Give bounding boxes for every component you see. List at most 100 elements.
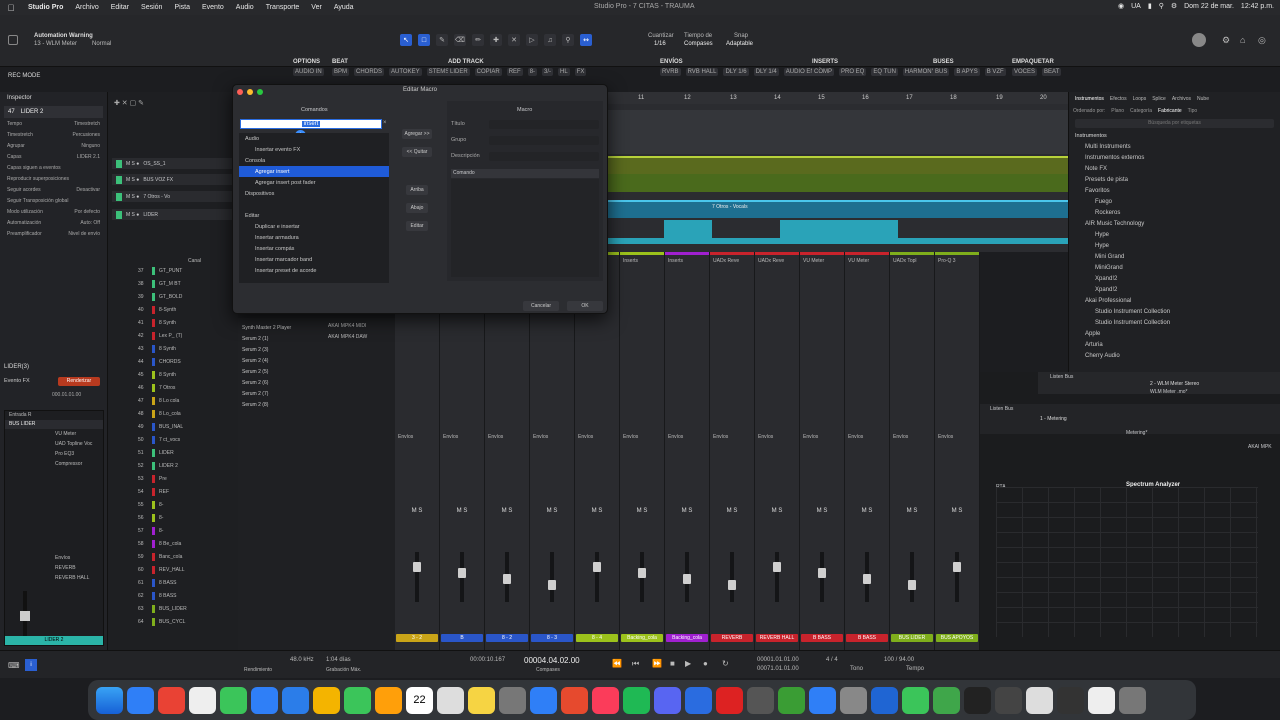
trash-icon[interactable] xyxy=(1119,686,1146,714)
command-category[interactable]: Editar xyxy=(239,210,389,221)
wifi-icon[interactable]: ◉ xyxy=(1118,2,1124,10)
calculator-icon[interactable] xyxy=(499,686,526,714)
instrument-row[interactable]: Serum 2 (8) xyxy=(242,399,391,410)
instrument-row[interactable]: Serum 2 (6) xyxy=(242,377,391,388)
btn-bpm[interactable]: BPM xyxy=(332,68,350,76)
track-row[interactable]: M S ● OS_SS_1 xyxy=(112,158,232,169)
chord-value[interactable]: Desactivar xyxy=(76,187,100,193)
strip-bus-label[interactable]: BUS LIDER xyxy=(5,420,103,429)
strip-insert[interactable]: UADx Topl xyxy=(893,258,917,264)
mute-solo[interactable]: M S xyxy=(575,508,619,514)
btn-rvb-hall[interactable]: RVB HALL xyxy=(685,68,719,76)
time-signature[interactable]: 4 / 4 xyxy=(826,657,838,663)
browser-search-input[interactable]: Búsqueda por etiquetas xyxy=(1075,119,1274,128)
midi-input-2[interactable]: AKAI MPK4 DAW xyxy=(328,334,367,340)
clip[interactable] xyxy=(780,220,898,238)
range-tool-icon[interactable]: □ xyxy=(418,34,430,46)
strip-insert[interactable]: VU Meter xyxy=(803,258,824,264)
snap-value[interactable]: Adaptable xyxy=(726,41,753,47)
btn-hl[interactable]: HL xyxy=(558,68,570,76)
sort-fabricante[interactable]: Fabricante xyxy=(1158,108,1182,114)
strip-sends[interactable]: Envíos xyxy=(758,434,773,440)
mute-solo[interactable]: M S xyxy=(395,508,439,514)
strip-insert[interactable]: Pro-Q 3 xyxy=(938,258,956,264)
menu-app[interactable]: Studio Pro xyxy=(22,4,69,11)
safari-icon[interactable] xyxy=(127,686,154,714)
delay-row[interactable]: Modo utilización Por defecto xyxy=(0,206,107,217)
btn-ref[interactable]: REF xyxy=(506,68,523,76)
edit-button[interactable]: Editar xyxy=(406,221,428,231)
finder-icon[interactable] xyxy=(96,686,123,714)
app-icon[interactable] xyxy=(995,686,1022,714)
layers-value[interactable]: LIDER 2.1 xyxy=(77,154,100,160)
strip-sends[interactable]: Envíos xyxy=(893,434,908,440)
discord-icon[interactable] xyxy=(654,686,681,714)
bend-tool-icon[interactable]: ▷ xyxy=(526,34,538,46)
browser-item[interactable]: Rockeros xyxy=(1075,207,1274,218)
rewind-icon[interactable]: ⏪ xyxy=(612,659,622,668)
strip-sends[interactable]: Envíos xyxy=(803,434,818,440)
mute-solo[interactable]: M S xyxy=(710,508,754,514)
btn-b-apys[interactable]: B APYS xyxy=(954,68,980,76)
system-settings-icon[interactable] xyxy=(840,686,867,714)
command-item[interactable]: Agregar insert xyxy=(239,166,389,177)
clip-vocals[interactable]: 7 Otros - Vocals xyxy=(608,200,1068,218)
tab-nube[interactable]: Nube xyxy=(1197,96,1209,102)
command-item[interactable] xyxy=(239,199,389,210)
language-indicator[interactable]: UA xyxy=(1131,3,1141,10)
mute-solo[interactable]: M S xyxy=(485,508,529,514)
browser-item[interactable]: Presets de pista xyxy=(1075,174,1274,185)
btn-comp[interactable]: COMP xyxy=(812,68,834,76)
btn-pro-eq[interactable]: PRO EQ xyxy=(839,68,867,76)
messages-icon[interactable] xyxy=(220,686,247,714)
btn-eq-tun[interactable]: EQ TUN xyxy=(871,68,898,76)
timestretch-row[interactable]: Timestretch Percusiones xyxy=(0,129,107,140)
loop-icon[interactable]: ↻ xyxy=(722,659,729,668)
btn-beat[interactable]: BEAT xyxy=(1042,68,1062,76)
studio-one-icon[interactable] xyxy=(685,686,712,714)
stop-icon[interactable]: ■ xyxy=(670,659,675,668)
openai-icon[interactable] xyxy=(964,686,991,714)
music-icon[interactable] xyxy=(592,686,619,714)
layers-row[interactable]: Capas LIDER 2.1 xyxy=(0,151,107,162)
mute-solo[interactable]: M S xyxy=(620,508,664,514)
photos-icon[interactable] xyxy=(313,686,340,714)
appstore-icon[interactable] xyxy=(251,686,278,714)
command-category[interactable]: Dispositivos xyxy=(239,188,389,199)
mute-solo[interactable]: M S xyxy=(935,508,979,514)
apple-icon[interactable]:  xyxy=(0,3,22,13)
strip-sends[interactable]: Envíos xyxy=(398,434,413,440)
rec-mode[interactable]: REC MODE xyxy=(8,73,40,79)
browser-item[interactable]: Hype xyxy=(1075,229,1274,240)
strip-send-2[interactable]: REVERB xyxy=(55,563,89,573)
browser-item[interactable]: Studio Instrument Collection xyxy=(1075,317,1274,328)
menu-ayuda[interactable]: Ayuda xyxy=(328,4,360,11)
instrument-row[interactable]: Synth Master 2 Player xyxy=(242,322,391,333)
strip-send-1[interactable]: Envíos xyxy=(55,553,89,563)
wlm-preset[interactable]: WLM Meter .mo* xyxy=(1150,389,1188,395)
menu-sesion[interactable]: Sesión xyxy=(135,4,168,11)
strip-insert[interactable]: UADx Reve xyxy=(758,258,784,264)
render-button[interactable]: Renderizar xyxy=(58,377,100,386)
fader[interactable] xyxy=(503,574,511,584)
mute-solo[interactable]: M S xyxy=(665,508,709,514)
sort-categoria[interactable]: Categoría xyxy=(1130,108,1152,114)
wlm-meter-label[interactable]: 2 - WLM Meter Stereo xyxy=(1150,381,1199,387)
clip-lane-4[interactable] xyxy=(608,220,1068,238)
add-button[interactable]: Agregar >> xyxy=(402,129,432,139)
strip-sends[interactable]: Envíos xyxy=(623,434,638,440)
paint-tool-icon[interactable]: ✏ xyxy=(472,34,484,46)
quantize-value[interactable]: 1/16 xyxy=(654,41,666,47)
loop-start[interactable]: 00001.01.01.00 xyxy=(757,657,799,663)
automation-icon[interactable] xyxy=(8,35,18,45)
automation-mode[interactable]: Normal xyxy=(92,41,111,47)
menu-pista[interactable]: Pista xyxy=(168,4,196,11)
tab-efectos[interactable]: Efectos xyxy=(1110,96,1127,102)
timeline-ruler[interactable]: 11 12 13 14 15 16 17 18 19 20 xyxy=(608,92,1068,104)
sort-tipo[interactable]: Tipo xyxy=(1188,108,1198,114)
tempo-row[interactable]: Tempo Timestretch xyxy=(0,118,107,129)
split-tool-icon[interactable]: ✚ xyxy=(490,34,502,46)
tempo-value[interactable]: 100 / 94.00 xyxy=(884,657,914,663)
info-icon[interactable]: i xyxy=(25,659,37,671)
strip-send-3[interactable]: REVERB HALL xyxy=(55,573,89,583)
